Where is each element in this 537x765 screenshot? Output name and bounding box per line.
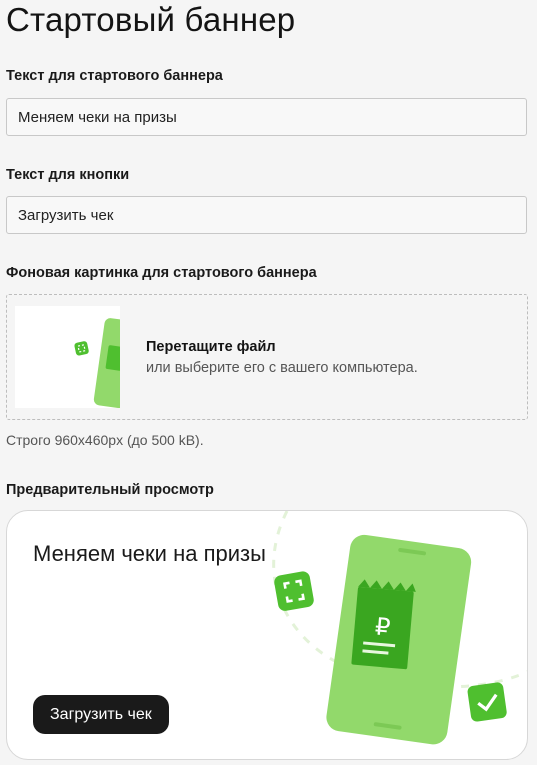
- background-image-label: Фоновая картинка для стартового баннера: [6, 265, 317, 281]
- button-text-label: Текст для кнопки: [6, 167, 130, 183]
- dropzone-title: Перетащите файл: [146, 339, 276, 355]
- background-thumbnail: [15, 306, 120, 408]
- dropzone-subtitle[interactable]: или выберите его с вашего компьютера.: [146, 360, 418, 376]
- receipt-ruble-icon: ₽: [351, 579, 416, 670]
- preview-label: Предварительный просмотр: [6, 482, 214, 498]
- banner-text-input[interactable]: [6, 98, 527, 136]
- banner-text-label: Текст для стартового баннера: [6, 68, 223, 84]
- scan-frame-icon: [74, 341, 89, 356]
- thumbnail-illustration: [74, 318, 120, 408]
- start-banner-settings: Стартовый баннер Текст для стартового ба…: [0, 0, 537, 765]
- banner-preview: Меняем чеки на призы Загрузить чек ₽: [6, 510, 528, 760]
- file-dropzone[interactable]: Перетащите файл или выберите его с вашег…: [6, 294, 528, 420]
- preview-banner-text: Меняем чеки на призы: [33, 541, 266, 566]
- size-hint: Строго 960x460px (до 500 kB).: [6, 432, 204, 448]
- preview-illustration: ₽: [272, 511, 527, 745]
- phone-illustration: [93, 318, 120, 408]
- upload-receipt-button[interactable]: Загрузить чек: [33, 695, 169, 734]
- ruble-symbol: ₽: [374, 612, 392, 641]
- scan-frame-icon: [274, 571, 314, 611]
- checkmark-icon: [467, 682, 507, 722]
- page-title: Стартовый баннер: [6, 1, 296, 38]
- button-text-input[interactable]: [6, 196, 527, 234]
